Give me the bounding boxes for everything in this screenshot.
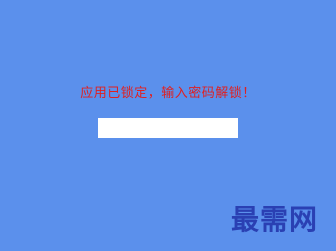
app-lock-screen: 应用已锁定，输入密码解锁！ 最需网 xyxy=(0,0,336,251)
password-input[interactable] xyxy=(98,118,238,138)
site-watermark: 最需网 xyxy=(230,203,318,236)
lock-message: 应用已锁定，输入密码解锁！ xyxy=(80,86,256,101)
